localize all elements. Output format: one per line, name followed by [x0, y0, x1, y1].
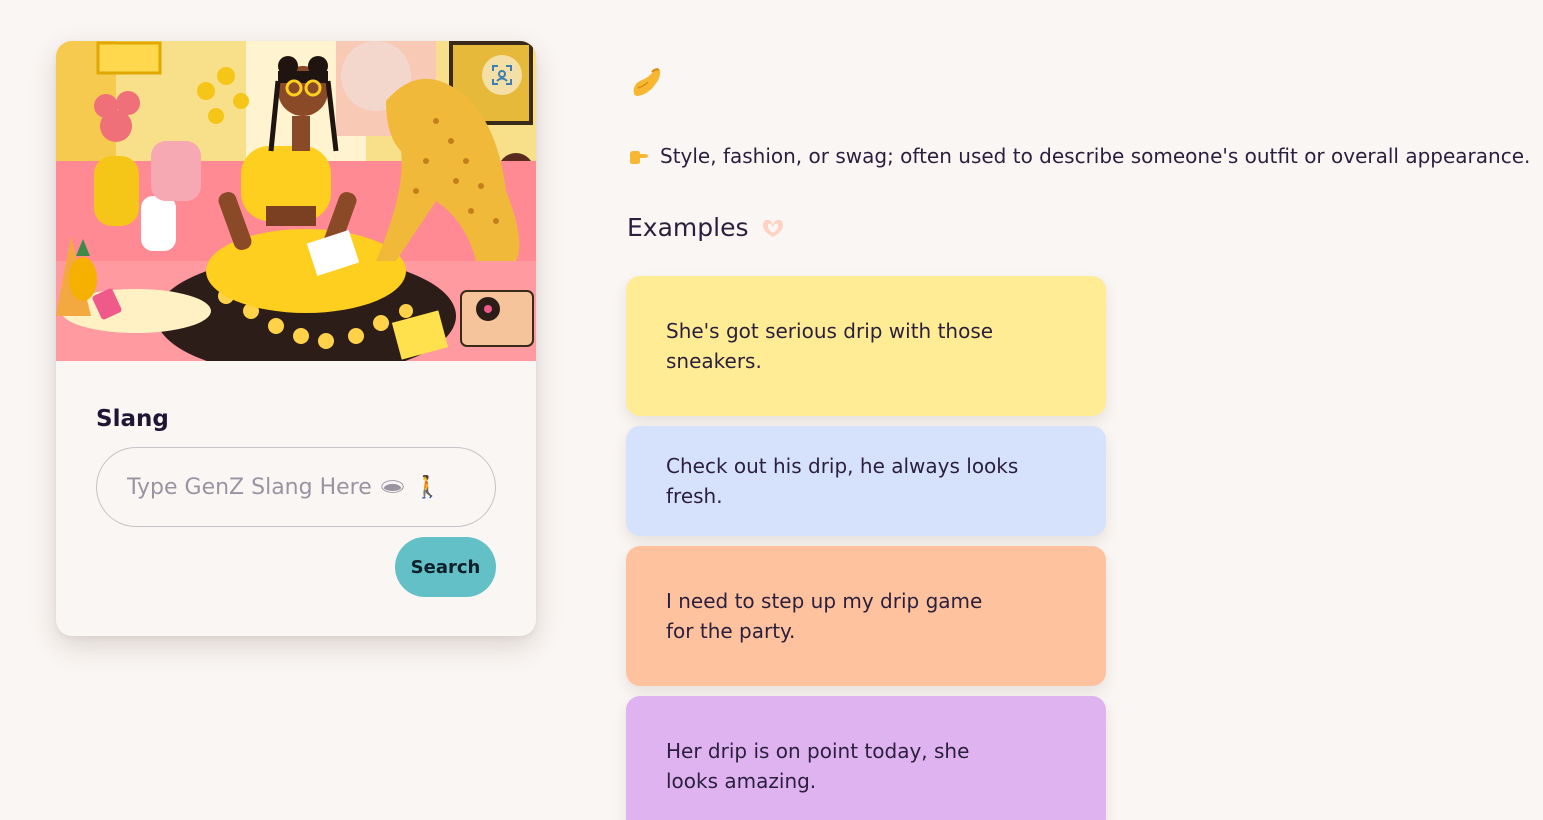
search-button[interactable]: Search	[395, 537, 496, 597]
example-text: Her drip is on point today, she looks am…	[666, 739, 970, 793]
example-text: Check out his drip, he always looks fres…	[666, 454, 1019, 508]
pointing-right-icon	[628, 146, 652, 166]
slang-search-input[interactable]	[96, 447, 496, 527]
heart-hands-icon	[760, 217, 786, 239]
search-field-wrap	[96, 447, 496, 527]
pinching-hand-icon	[628, 64, 664, 100]
scan-icon	[492, 65, 512, 85]
field-label: Slang	[96, 406, 169, 432]
example-text: I need to step up my drip game for the p…	[666, 589, 983, 643]
example-card: I need to step up my drip game for the p…	[626, 546, 1106, 686]
definition-text: Style, fashion, or swag; often used to d…	[660, 144, 1531, 168]
example-text: She's got serious drip with those sneake…	[666, 319, 994, 373]
button-row: Search	[96, 537, 496, 597]
hero-illustration	[56, 41, 536, 361]
examples-list: She's got serious drip with those sneake…	[626, 276, 1106, 820]
illustration-art	[56, 41, 536, 361]
page: Slang Search Style, fashion, or swag; of…	[0, 0, 1543, 820]
search-form: Slang Search	[56, 361, 536, 597]
example-card: Check out his drip, he always looks fres…	[626, 426, 1106, 536]
scan-button[interactable]	[482, 55, 522, 95]
definition: Style, fashion, or swag; often used to d…	[628, 142, 1530, 170]
examples-heading-text: Examples	[627, 213, 749, 242]
search-card: Slang Search	[56, 41, 536, 636]
example-card: Her drip is on point today, she looks am…	[626, 696, 1106, 820]
examples-heading: Examples	[627, 211, 786, 245]
example-card: She's got serious drip with those sneake…	[626, 276, 1106, 416]
